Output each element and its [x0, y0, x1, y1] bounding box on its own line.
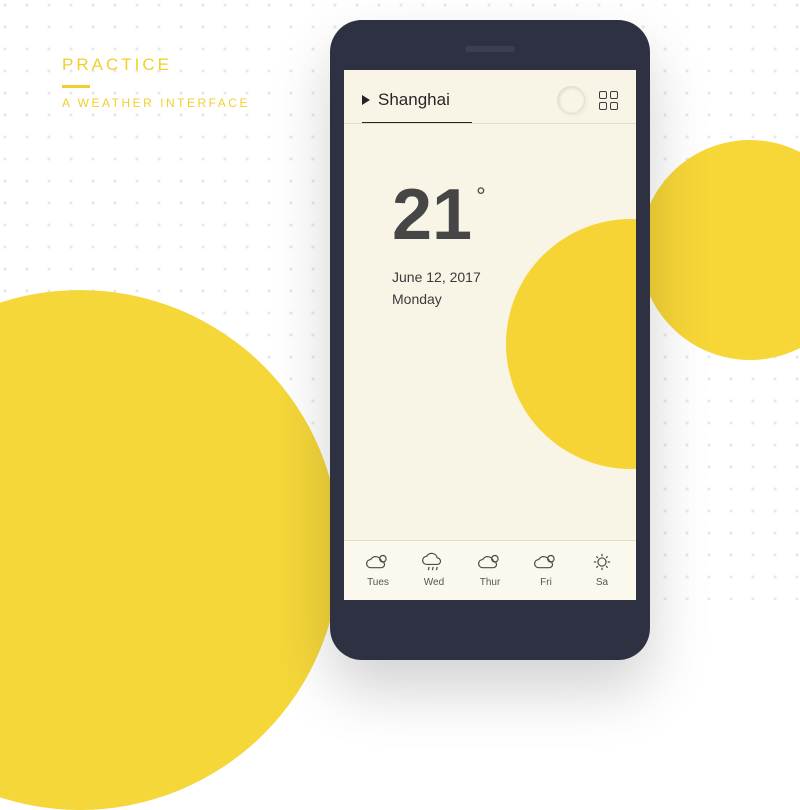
forecast-day-label: Fri	[540, 577, 552, 588]
forecast-day[interactable]: Fri	[518, 551, 574, 588]
temperature-value: 21	[392, 179, 472, 251]
sun-graphic	[506, 219, 636, 469]
phone-speaker	[465, 46, 515, 52]
forecast-day[interactable]: Sa	[574, 551, 630, 588]
page-subtitle: A WEATHER INTERFACE	[62, 96, 250, 110]
top-bar: Shanghai	[344, 70, 636, 122]
phone-frame: Shanghai 21 ° June 12, 2017 Monday T	[330, 20, 650, 660]
play-arrow-icon	[362, 95, 370, 105]
top-bar-actions	[557, 86, 618, 114]
forecast-day-label: Tues	[367, 577, 389, 588]
forecast-day[interactable]: Thur	[462, 551, 518, 588]
city-label: Shanghai	[378, 90, 450, 110]
grid-menu-icon[interactable]	[599, 91, 618, 110]
cloud-rain-icon	[421, 551, 447, 573]
current-weather: 21 ° June 12, 2017 Monday	[344, 124, 636, 307]
forecast-strip: Tues Wed Thur Fri Sa	[344, 540, 636, 600]
phone-notch-area	[330, 20, 650, 70]
degree-symbol: °	[476, 183, 486, 211]
forecast-day[interactable]: Tues	[350, 551, 406, 588]
page-title: PRACTICE	[62, 55, 250, 75]
phone-screen: Shanghai 21 ° June 12, 2017 Monday T	[344, 70, 636, 600]
cloud-sun-icon	[365, 551, 391, 573]
title-rule	[62, 85, 90, 88]
page-title-block: PRACTICE A WEATHER INTERFACE	[62, 55, 250, 110]
refresh-knob[interactable]	[557, 86, 585, 114]
city-selector[interactable]: Shanghai	[362, 90, 450, 110]
sun-icon	[589, 551, 615, 573]
cloud-sun-icon	[477, 551, 503, 573]
cloud-sun-icon	[533, 551, 559, 573]
forecast-day-label: Wed	[424, 577, 444, 588]
forecast-day-label: Sa	[596, 577, 608, 588]
forecast-day[interactable]: Wed	[406, 551, 462, 588]
forecast-day-label: Thur	[480, 577, 501, 588]
